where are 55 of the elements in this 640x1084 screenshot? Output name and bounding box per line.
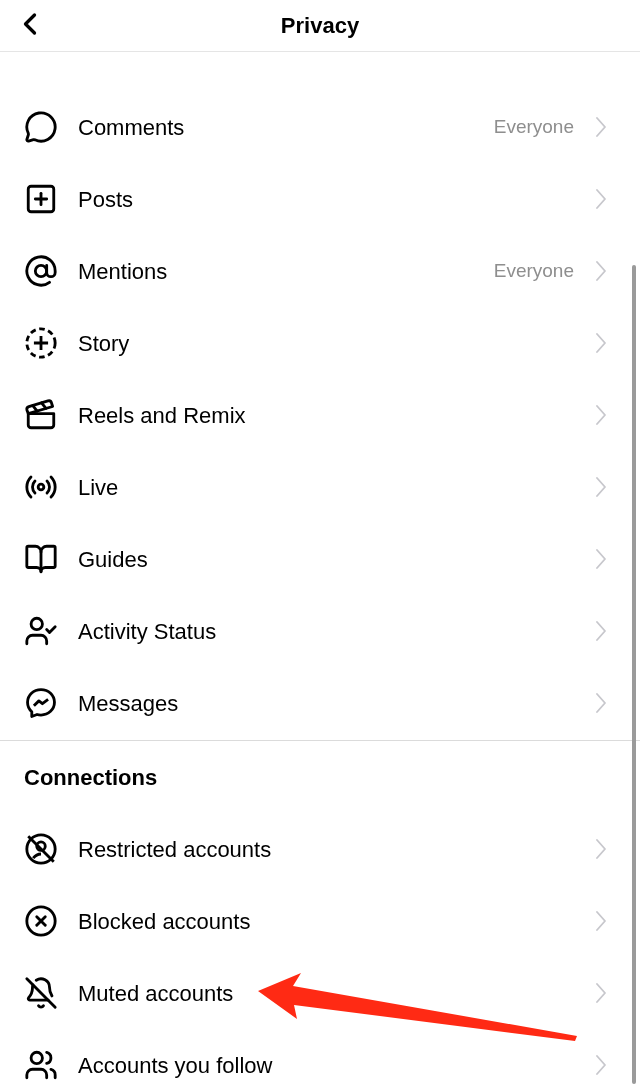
chevron-icon [596, 693, 606, 713]
settings-row[interactable]: Messages [0, 667, 640, 739]
bell-off-icon [24, 976, 58, 1010]
row-label: Guides [78, 545, 149, 574]
chevron-icon [596, 189, 606, 209]
chevron-icon [596, 117, 606, 137]
person-check-icon [24, 614, 58, 648]
row-label: Posts [78, 185, 135, 214]
row-label: Restricted accounts [78, 835, 273, 864]
chevron-icon [596, 1055, 606, 1075]
chevron-icon [596, 261, 606, 281]
settings-row[interactable]: Story [0, 307, 640, 379]
settings-row[interactable]: Live [0, 451, 640, 523]
row-value: Everyone [493, 114, 574, 139]
row-label: Comments [78, 113, 186, 142]
settings-row[interactable]: Accounts you follow [0, 1029, 640, 1084]
settings-row[interactable]: Activity Status [0, 595, 640, 667]
settings-row[interactable]: Blocked accounts [0, 885, 640, 957]
speech-bubble-icon [24, 110, 58, 144]
book-icon [24, 542, 58, 576]
settings-row[interactable]: Reels and Remix [0, 379, 640, 451]
settings-row[interactable]: Posts [0, 163, 640, 235]
plus-square-icon [24, 182, 58, 216]
row-label: Accounts you follow [78, 1051, 274, 1080]
dashed-plus-circle-icon [24, 326, 58, 360]
settings-row[interactable]: Mentions Everyone [0, 235, 640, 307]
settings-row[interactable]: Muted accounts [0, 957, 640, 1029]
settings-row[interactable]: Comments Everyone [0, 91, 640, 163]
row-label: Story [78, 329, 131, 358]
section-heading: Connections [24, 763, 158, 792]
at-sign-icon [24, 254, 58, 288]
chevron-icon [596, 839, 606, 859]
chevron-icon [596, 333, 606, 353]
page-title: Privacy [280, 12, 360, 40]
chevron-icon [596, 621, 606, 641]
row-label: Reels and Remix [78, 401, 247, 430]
chevron-icon [596, 911, 606, 931]
settings-row[interactable]: Restricted accounts [0, 813, 640, 885]
clapperboard-icon [24, 398, 58, 432]
chevron-icon [596, 405, 606, 425]
settings-row[interactable]: Guides [0, 523, 640, 595]
chevron-icon [596, 983, 606, 1003]
x-circle-icon [24, 904, 58, 938]
row-label: Blocked accounts [78, 907, 252, 936]
row-label: Mentions [78, 257, 169, 286]
crossed-person-circle-icon [24, 832, 58, 866]
chevron-icon [596, 549, 606, 569]
row-label: Live [78, 473, 120, 502]
row-label: Activity Status [78, 617, 218, 646]
chevron-icon [596, 477, 606, 497]
messenger-icon [24, 686, 58, 720]
people-icon [24, 1048, 58, 1082]
row-value: Everyone [493, 258, 574, 283]
row-label: Messages [78, 689, 180, 718]
row-label: Muted accounts [78, 979, 235, 1008]
